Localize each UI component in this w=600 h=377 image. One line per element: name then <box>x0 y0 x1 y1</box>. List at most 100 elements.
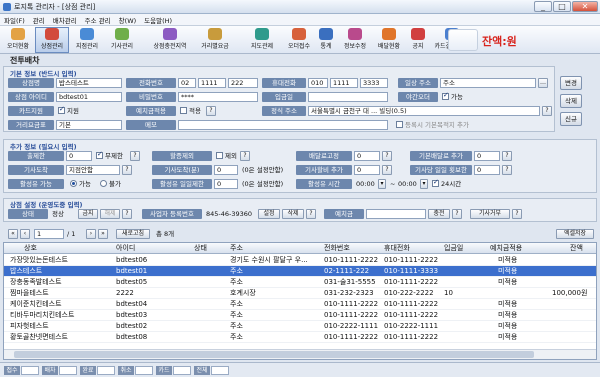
toolbar-branch-manage[interactable]: 지점관리 <box>70 27 104 53</box>
charge-help-button[interactable]: ? <box>452 209 462 219</box>
toolbar-shop-manage[interactable]: 상점관리 <box>35 27 69 53</box>
table-row[interactable]: 티바두마리치킨테스트 bdtest03 주소 010-1111-2222 010… <box>4 310 596 321</box>
menu-address[interactable]: 주소 관리 <box>85 15 111 25</box>
toolbar-distance-fee[interactable]: 거리별요금 <box>194 27 236 53</box>
toolbar-map-control[interactable]: 지도관제 <box>244 27 280 53</box>
base-delivery-add-input[interactable]: 0 <box>474 151 500 161</box>
default-destination-checkbox[interactable] <box>396 121 403 128</box>
driver-fee-help-button[interactable]: ? <box>382 165 392 175</box>
mobile-part2-input[interactable]: 1111 <box>330 78 358 88</box>
base-delivery-help-button[interactable]: ? <box>502 151 512 161</box>
change-button[interactable]: 변경 <box>560 76 582 90</box>
col-deposit[interactable]: 입금일 <box>444 243 463 254</box>
delete-button[interactable]: 삭제 <box>560 94 582 108</box>
exact-address-help-button[interactable]: ? <box>542 106 552 116</box>
night-order-checkbox[interactable] <box>442 91 449 100</box>
table-row[interactable]: 케이준치킨테스트 bdtest04 주소 010-1111-2222 010-1… <box>4 299 596 310</box>
menu-dispatch[interactable]: 배차관리 <box>53 15 77 25</box>
business-set-button[interactable]: 설정 <box>258 209 280 219</box>
col-phone[interactable]: 전화번호 <box>324 243 350 254</box>
toolbar-notice[interactable]: 공지 <box>408 27 428 53</box>
limit-unlimited-checkbox[interactable] <box>96 150 103 159</box>
col-address[interactable]: 주소 <box>230 243 243 254</box>
minimize-button[interactable]: _ <box>534 1 552 12</box>
maximize-button[interactable]: □ <box>553 1 571 12</box>
table-row[interactable]: 가장맛있는돈테스트 bdtest06 경기도 수원시 팔달구 우... 010-… <box>4 255 596 266</box>
surcharge-help-button[interactable]: ? <box>240 151 250 161</box>
status-available-radio[interactable] <box>70 180 77 187</box>
driver-arrival-min-input[interactable]: 0 <box>214 165 238 175</box>
toolbar-order-receive[interactable]: 오더접수 <box>282 27 316 53</box>
horizontal-scrollbar[interactable] <box>4 349 596 359</box>
toolbar-driver-manage[interactable]: 기사관리 <box>105 27 139 53</box>
shop-name-input[interactable]: 밥스테스트 <box>56 78 122 88</box>
driver-arrival-help-button[interactable]: ? <box>122 165 132 175</box>
fee-table-select[interactable]: 기본 <box>56 120 122 130</box>
driver-reject-button[interactable]: 기사거부 <box>470 209 510 219</box>
mobile-part3-input[interactable]: 3333 <box>360 78 388 88</box>
limit-help-button[interactable]: ? <box>130 151 140 161</box>
shop-id-input[interactable]: bdtest01 <box>56 92 122 102</box>
toolbar-edit-info[interactable]: 정보수정 <box>338 27 372 53</box>
mobile-part1-input[interactable]: 010 <box>308 78 328 88</box>
charge-button[interactable]: 충전 <box>428 209 450 219</box>
table-row[interactable]: 피자헛테스트 bdtest02 주소 010-2222-1111 010-222… <box>4 321 596 332</box>
table-row[interactable]: 찜마을테스트 2222 호계시장 031-232-2323 010-222-22… <box>4 288 596 299</box>
card-support-checkbox[interactable] <box>58 105 65 114</box>
col-status[interactable]: 상태 <box>194 243 207 254</box>
menu-window[interactable]: 창(W) <box>119 15 136 25</box>
toolbar-order-status[interactable]: 오더현황 <box>2 27 34 53</box>
phone-part3-input[interactable]: 222 <box>228 78 258 88</box>
exact-address-input[interactable]: 서울특별시 금천구 대 ... 빌딩(0.5) <box>308 106 540 116</box>
driver-arrival-select[interactable]: 지점안함 <box>66 165 120 175</box>
address-search-button[interactable]: … <box>538 78 548 88</box>
driver-daily-help-button[interactable]: ? <box>502 165 512 175</box>
col-id[interactable]: 아이디 <box>116 243 135 254</box>
next-page-button[interactable]: › <box>86 229 96 239</box>
surcharge-exclude-checkbox[interactable] <box>216 152 223 159</box>
time-from-spin[interactable]: ▾ <box>378 179 386 189</box>
prev-page-button[interactable]: ‹ <box>20 229 30 239</box>
deposit-day-input[interactable] <box>308 92 388 102</box>
first-page-button[interactable]: « <box>8 229 18 239</box>
status-unavailable-radio[interactable] <box>100 180 107 187</box>
daily-limit-input[interactable]: 0 <box>214 179 238 189</box>
new-button[interactable]: 신규 <box>560 112 582 126</box>
refresh-button[interactable]: 새로고침 <box>116 229 150 239</box>
time-to-value[interactable]: 00:00 <box>398 179 417 189</box>
col-prepay[interactable]: 예치금적용 <box>490 243 522 254</box>
fixed-delivery-input[interactable]: 0 <box>354 151 380 161</box>
memo-input[interactable] <box>178 120 388 130</box>
toolbar-delivery-status[interactable]: 배달현황 <box>372 27 406 53</box>
table-row-selected[interactable]: 밥스테스트 bdtest01 주소 02-1111-222 010-1111-3… <box>4 266 596 277</box>
menu-help[interactable]: 도움말(H) <box>144 15 172 25</box>
menu-file[interactable]: 파일(F) <box>4 15 25 25</box>
excel-save-button[interactable]: 엑셀저장 <box>556 229 594 239</box>
all-day-checkbox[interactable] <box>432 178 439 187</box>
driver-daily-input[interactable]: 0 <box>474 165 500 175</box>
close-button[interactable]: ✕ <box>572 1 598 12</box>
phone-part1-input[interactable]: 02 <box>178 78 196 88</box>
business-delete-button[interactable]: 삭제 <box>282 209 304 219</box>
last-page-button[interactable]: » <box>98 229 108 239</box>
menu-manage[interactable]: 관리 <box>33 15 45 25</box>
col-balance[interactable]: 잔액 <box>570 243 583 254</box>
toolbar-shop-charge-area[interactable]: 상점충전지역 <box>146 27 194 53</box>
business-help-button[interactable]: ? <box>306 209 316 219</box>
password-input[interactable]: **** <box>178 92 258 102</box>
fixed-delivery-help-button[interactable]: ? <box>382 151 392 161</box>
table-row[interactable]: 황토골찬넷면테스트 bdtest08 주소 010-1111-2222 010-… <box>4 332 596 343</box>
address-input[interactable]: 주소 <box>440 78 536 88</box>
prepay-help-button[interactable]: ? <box>206 106 216 116</box>
phone-part2-input[interactable]: 1111 <box>198 78 226 88</box>
limit-input[interactable]: 0 <box>66 151 92 161</box>
prepay-checkbox[interactable] <box>180 107 187 114</box>
time-to-spin[interactable]: ▾ <box>420 179 428 189</box>
driver-fee-input[interactable]: 0 <box>354 165 380 175</box>
driver-reject-help-button[interactable]: ? <box>512 209 522 219</box>
scrollbar-thumb[interactable] <box>14 351 534 358</box>
table-row[interactable]: 장충동족발테스트 bdtest05 주소 031-술31-5555 010-11… <box>4 277 596 288</box>
page-input[interactable]: 1 <box>34 229 64 239</box>
state-help-button[interactable]: ? <box>122 209 132 219</box>
col-mobile[interactable]: 휴대전화 <box>384 243 410 254</box>
